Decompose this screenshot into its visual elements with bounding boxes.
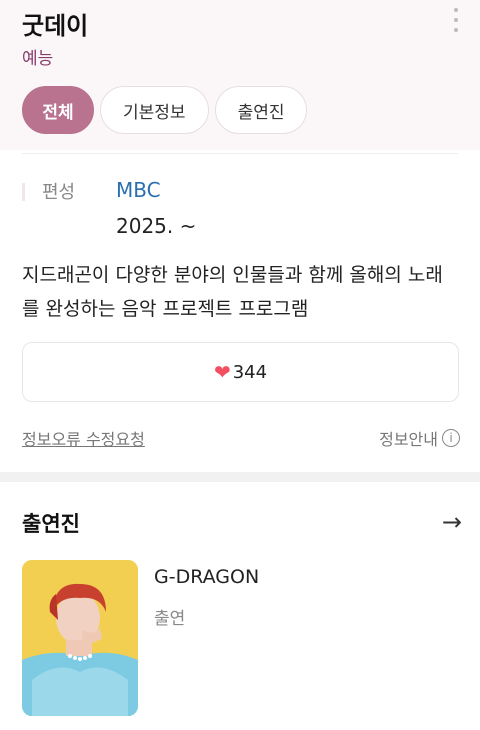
cast-role: 출연: [154, 609, 186, 629]
divider: [22, 153, 458, 154]
tab-basic-info[interactable]: 기본정보: [100, 86, 209, 134]
channel-link[interactable]: MBC: [116, 178, 161, 202]
header: 굿데이 예능 전체 기본정보 출연진: [0, 0, 480, 150]
info-icon: i: [442, 429, 460, 447]
info-bar: [22, 183, 25, 201]
broadcast-date: 2025. ~: [116, 214, 197, 238]
info-guide-link[interactable]: 정보안내 i: [379, 426, 460, 450]
tab-bar: 전체 기본정보 출연진: [22, 86, 308, 134]
info-guide-label: 정보안내: [379, 430, 438, 449]
cast-photo-illustration: [22, 560, 138, 716]
heart-icon: ❤: [213, 360, 231, 384]
section-separator: [0, 472, 480, 482]
tab-cast[interactable]: 출연진: [214, 86, 308, 134]
like-count: 344: [232, 361, 268, 383]
genre-label[interactable]: 예능: [22, 44, 53, 69]
tab-all[interactable]: 전체: [22, 86, 94, 134]
more-vertical-icon[interactable]: [450, 8, 462, 32]
like-button[interactable]: ❤ 344: [22, 342, 459, 402]
arrow-right-icon[interactable]: →: [442, 508, 462, 536]
cast-section-title: 출연진: [22, 512, 80, 536]
program-description: 지드래곤이 다양한 분야의 인물들과 함께 올해의 노래를 완성하는 음악 프로…: [22, 264, 443, 320]
info-label: 편성: [42, 182, 76, 203]
report-error-link[interactable]: 정보오류 수정요청: [22, 426, 145, 450]
cast-photo[interactable]: [22, 560, 138, 716]
cast-name[interactable]: G-DRAGON: [154, 566, 259, 588]
page-title: 굿데이: [22, 12, 89, 40]
